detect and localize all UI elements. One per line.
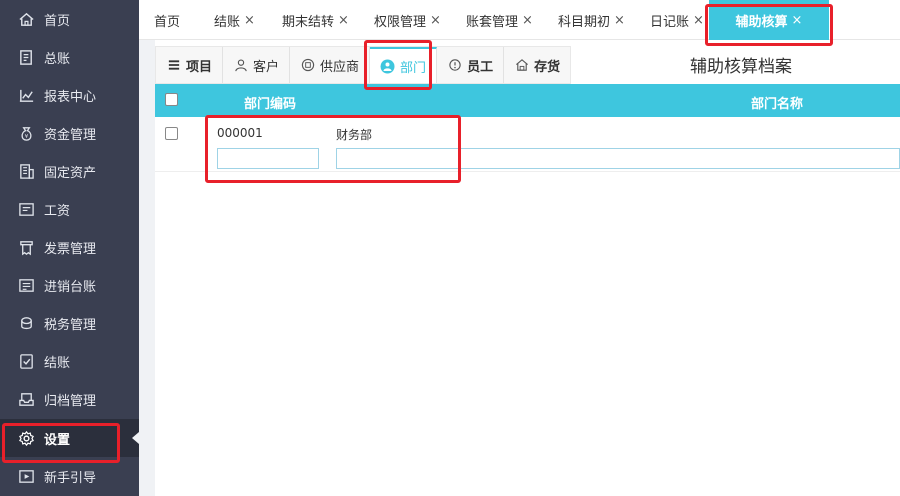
checkout-icon	[17, 352, 35, 370]
employee-icon	[447, 58, 462, 73]
sidebar-item-label: 结账	[44, 355, 71, 371]
user-icon	[233, 58, 248, 73]
department-name-cell: 财务部	[336, 128, 373, 142]
sidebar-item-home[interactable]: 首页	[0, 0, 139, 38]
sidebar-item-label: 归档管理	[44, 393, 97, 409]
tab-label: 科目期初	[558, 14, 611, 30]
archive-icon	[17, 390, 35, 408]
sidebar-item-label: 设置	[44, 432, 71, 448]
subtab-label: 供应商	[320, 59, 360, 75]
tab-auxiliary-accounting[interactable]: 辅助核算 ×	[709, 0, 829, 40]
salary-icon	[17, 200, 35, 218]
subtab-label: 部门	[400, 60, 427, 76]
tab-label: 辅助核算	[735, 14, 788, 30]
close-icon[interactable]: ×	[693, 13, 704, 28]
close-icon[interactable]: ×	[522, 13, 533, 28]
sidebar-item-checkout[interactable]: 结账	[0, 342, 139, 380]
supplier-icon	[300, 58, 315, 73]
column-header-name: 部门名称	[751, 97, 804, 112]
sidebar-item-invoice[interactable]: 发票管理	[0, 228, 139, 266]
sidebar-item-funds[interactable]: ¥ 资金管理	[0, 114, 139, 152]
sidebar-item-settings[interactable]: 设置	[0, 419, 139, 457]
auxiliary-type-tabs: 项目 客户 供应商 部门 员工 存货	[155, 46, 572, 84]
sidebar-item-reports[interactable]: 报表中心	[0, 76, 139, 114]
department-name-input[interactable]	[336, 148, 900, 169]
subtab-label: 员工	[467, 59, 494, 75]
subtab-label: 客户	[253, 59, 280, 75]
close-icon[interactable]: ×	[614, 13, 625, 28]
sidebar: 首页 总账 报表中心 ¥ 资金管理 固定资产 工资 发票管理 进销台账 税务管理…	[0, 0, 139, 496]
subtab-supplier[interactable]: 供应商	[290, 47, 371, 83]
tab-label: 结账	[214, 14, 241, 30]
gear-icon	[17, 429, 35, 447]
sidebar-item-archive[interactable]: 归档管理	[0, 380, 139, 418]
tab-label: 账套管理	[466, 14, 519, 30]
tab-label: 日记账	[650, 14, 690, 30]
sidebar-item-salary[interactable]: 工资	[0, 190, 139, 228]
close-icon[interactable]: ×	[338, 13, 349, 28]
subtab-customer[interactable]: 客户	[223, 47, 291, 83]
sidebar-item-label: 发票管理	[44, 241, 97, 257]
column-header-code: 部门编码	[244, 97, 297, 112]
tab-label: 首页	[154, 14, 181, 30]
subtab-label: 存货	[534, 59, 561, 75]
sidebar-item-label: 税务管理	[44, 317, 97, 333]
table-row[interactable]: 000001 财务部	[155, 118, 900, 146]
tab-journal[interactable]: 日记账 ×	[650, 0, 704, 40]
app-root: 首页 总账 报表中心 ¥ 资金管理 固定资产 工资 发票管理 进销台账 税务管理…	[0, 0, 900, 496]
sidebar-item-ledger[interactable]: 总账	[0, 38, 139, 76]
department-code-input[interactable]	[217, 148, 319, 169]
home-icon	[17, 10, 35, 28]
tab-account-set[interactable]: 账套管理 ×	[466, 0, 533, 40]
svg-text:¥: ¥	[24, 133, 28, 139]
guide-icon	[17, 467, 35, 485]
tax-icon	[17, 314, 35, 332]
tab-label: 权限管理	[374, 14, 427, 30]
tab-home[interactable]: 首页	[154, 0, 180, 40]
sidebar-item-label: 固定资产	[44, 165, 97, 181]
sidebar-item-guide[interactable]: 新手引导	[0, 457, 139, 495]
active-indicator-caret	[132, 432, 139, 444]
department-icon	[380, 59, 395, 74]
chart-icon	[17, 86, 35, 104]
tab-period-end-transfer[interactable]: 期末结转 ×	[282, 0, 349, 40]
content-panel: 项目 客户 供应商 部门 员工 存货 辅助核算档案 部门编码 部门名称 0000…	[155, 40, 900, 496]
close-icon[interactable]: ×	[244, 13, 255, 28]
sidebar-item-label: 进销台账	[44, 279, 97, 295]
row-checkbox[interactable]	[165, 127, 178, 140]
warehouse-icon	[514, 58, 529, 73]
tab-label: 期末结转	[282, 14, 335, 30]
subtab-employee[interactable]: 员工	[437, 47, 505, 83]
list-icon	[166, 58, 181, 73]
subtab-inventory[interactable]: 存货	[504, 47, 571, 83]
department-code-cell: 000001	[217, 126, 263, 140]
sidebar-item-label: 报表中心	[44, 89, 97, 105]
sidebar-item-label: 工资	[44, 203, 71, 219]
subtab-department[interactable]: 部门	[370, 47, 438, 83]
tab-permissions[interactable]: 权限管理 ×	[374, 0, 441, 40]
close-icon[interactable]: ×	[792, 13, 803, 28]
new-row	[155, 146, 900, 172]
money-bag-icon: ¥	[17, 124, 35, 142]
building-icon	[17, 162, 35, 180]
tab-checkout[interactable]: 结账 ×	[214, 0, 255, 40]
ledger-icon	[17, 48, 35, 66]
inventory-icon	[17, 276, 35, 294]
subtab-label: 项目	[186, 59, 213, 75]
page-title: 辅助核算档案	[690, 57, 792, 77]
sidebar-item-fixed-assets[interactable]: 固定资产	[0, 152, 139, 190]
table-header: 部门编码 部门名称	[155, 84, 900, 117]
sidebar-item-label: 新手引导	[44, 470, 97, 486]
tab-bar: 首页 结账 × 期末结转 × 权限管理 × 账套管理 × 科目期初 × 日记账 …	[139, 0, 900, 40]
select-all-checkbox[interactable]	[165, 93, 178, 106]
invoice-icon	[17, 238, 35, 256]
close-icon[interactable]: ×	[430, 13, 441, 28]
sidebar-item-label: 总账	[44, 51, 71, 67]
sidebar-item-label: 资金管理	[44, 127, 97, 143]
sidebar-item-label: 首页	[44, 13, 71, 29]
tab-opening-balance[interactable]: 科目期初 ×	[558, 0, 625, 40]
subtab-project[interactable]: 项目	[156, 47, 224, 83]
sidebar-item-inventory[interactable]: 进销台账	[0, 266, 139, 304]
sidebar-item-tax[interactable]: 税务管理	[0, 304, 139, 342]
